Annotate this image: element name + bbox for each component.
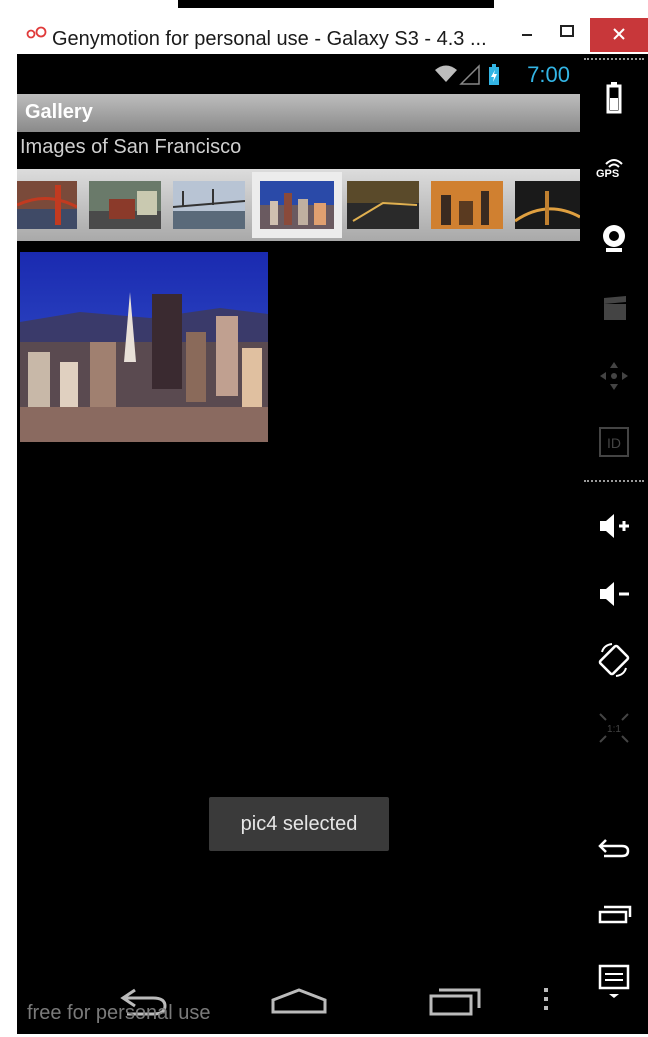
rotate-icon[interactable] xyxy=(594,640,634,680)
menu-icon[interactable] xyxy=(539,984,553,1014)
gps-label: GPS xyxy=(596,168,620,180)
camera-icon[interactable] xyxy=(594,218,634,258)
video-capture-icon[interactable] xyxy=(594,288,634,328)
status-bar: 7:00 xyxy=(17,54,580,94)
genymotion-logo-icon xyxy=(26,26,47,39)
gallery-strip[interactable] xyxy=(17,169,580,241)
svg-text:ID: ID xyxy=(607,435,621,451)
dpad-icon[interactable] xyxy=(594,356,634,396)
action-bar: Gallery xyxy=(17,94,580,132)
pixel-perfect-icon[interactable]: 1:1 xyxy=(594,708,634,748)
svg-text:1:1: 1:1 xyxy=(607,724,621,735)
recent-apps-icon[interactable] xyxy=(427,984,483,1018)
cable-car-thumb[interactable] xyxy=(89,181,161,229)
device-screen[interactable]: 7:00 Gallery Images of San Francisco pic… xyxy=(17,54,580,1034)
volume-down-icon[interactable] xyxy=(594,574,634,614)
battery-icon[interactable] xyxy=(594,78,634,118)
toolbar-divider xyxy=(584,480,644,482)
window-title: Genymotion for personal use - Galaxy S3 … xyxy=(52,28,487,50)
status-icons xyxy=(435,64,499,85)
golden-gate-bridge-thumb[interactable] xyxy=(17,181,77,229)
status-clock: 7:00 xyxy=(527,62,570,87)
maximize-button[interactable] xyxy=(546,18,588,52)
signal-icon xyxy=(459,64,480,85)
skyline-thumb[interactable] xyxy=(252,172,342,238)
action-bar-title: Gallery xyxy=(25,101,93,123)
toolbar-divider xyxy=(584,58,644,60)
city-night-thumb[interactable] xyxy=(347,181,419,229)
maximize-icon xyxy=(560,25,574,37)
home-icon[interactable] xyxy=(269,986,329,1016)
watermark-text: free for personal use xyxy=(27,1002,211,1024)
minimize-button[interactable] xyxy=(506,18,548,52)
close-button[interactable] xyxy=(590,18,648,52)
recent-apps-icon[interactable] xyxy=(594,894,634,934)
toast-message: pic4 selected xyxy=(209,797,389,851)
wifi-icon xyxy=(435,65,457,82)
volume-up-icon[interactable] xyxy=(594,506,634,546)
top-strip xyxy=(178,0,494,8)
window-titlebar: Genymotion for personal use - Galaxy S3 … xyxy=(0,8,648,54)
back-icon[interactable] xyxy=(594,826,634,866)
sunset-towers-thumb[interactable] xyxy=(431,181,503,229)
close-icon xyxy=(613,28,625,40)
device-id-icon[interactable]: ID xyxy=(594,422,634,462)
bay-bridge-thumb[interactable] xyxy=(173,181,245,229)
battery-icon xyxy=(489,64,499,85)
emulator-sidebar: GPS ID 1:1 xyxy=(580,54,648,1034)
gallery-caption: Images of San Francisco xyxy=(20,136,242,158)
bridge-night-thumb[interactable] xyxy=(515,181,580,229)
selected-image xyxy=(20,252,268,442)
menu-icon[interactable] xyxy=(594,958,634,998)
minimize-icon xyxy=(522,34,532,36)
